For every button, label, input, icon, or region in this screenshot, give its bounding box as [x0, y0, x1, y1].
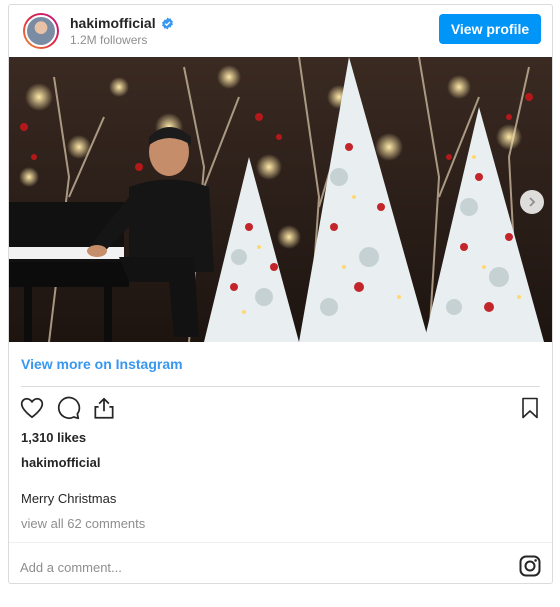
username-row: hakimofficial — [70, 15, 174, 31]
share-icon[interactable] — [91, 395, 117, 421]
avatar-image — [25, 15, 57, 47]
post-photo-image — [9, 57, 552, 342]
divider — [21, 386, 540, 387]
add-comment-input[interactable] — [20, 557, 490, 577]
divider — [9, 542, 552, 543]
post-photo[interactable] — [9, 57, 552, 342]
verified-badge-icon — [161, 17, 173, 29]
username-link[interactable]: hakimofficial — [70, 15, 156, 31]
view-comments-link[interactable]: view all 62 comments — [21, 516, 145, 531]
post-header: hakimofficial 1.2M followers View profil… — [9, 5, 552, 57]
caption-username[interactable]: hakimofficial — [21, 455, 100, 470]
action-bar — [9, 395, 552, 425]
like-count[interactable]: 1,310 likes — [21, 430, 86, 445]
comment-icon[interactable] — [55, 395, 81, 421]
view-more-link[interactable]: View more on Instagram — [21, 356, 183, 372]
heart-icon[interactable] — [19, 395, 45, 421]
avatar[interactable] — [23, 13, 59, 49]
chevron-right-icon — [529, 197, 536, 207]
bookmark-icon[interactable] — [518, 395, 542, 421]
follower-count: 1.2M followers — [70, 33, 148, 47]
instagram-embed-card: hakimofficial 1.2M followers View profil… — [8, 4, 553, 584]
next-photo-button[interactable] — [520, 190, 544, 214]
instagram-icon[interactable] — [518, 554, 542, 578]
caption-text: Merry Christmas — [21, 491, 117, 506]
view-profile-button[interactable]: View profile — [439, 14, 541, 44]
